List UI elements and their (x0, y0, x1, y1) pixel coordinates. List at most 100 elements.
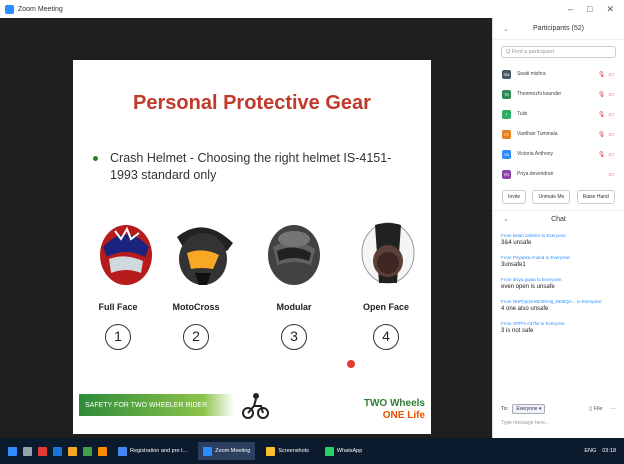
task-label: Screenshots (278, 448, 309, 454)
motocross-helmet-icon (177, 227, 233, 285)
message-sender: From OPPO A37fw to Everyone: (501, 321, 566, 326)
chat-messages: From ketan zalicker to Everyone: 3&4 uns… (493, 227, 624, 402)
helmet-label-full-face: Full Face (98, 302, 138, 312)
invite-button[interactable]: Invite (502, 190, 527, 204)
participant-name: Vardhan Tummala (517, 131, 558, 137)
participant-list: SM Swati mishra 🎙 ▭ TK Thenmozhi kounder … (493, 64, 624, 184)
task-view-icon[interactable] (23, 446, 32, 456)
taskbar-item-whatsapp[interactable]: WhatsApp (320, 442, 367, 460)
whatsapp-task-icon (324, 446, 334, 456)
footer-band-text: SAFETY FOR TWO WHEELER RIDER (85, 401, 208, 409)
taskbar-item-registration[interactable]: Registration and pre t... (113, 442, 192, 460)
edge-icon[interactable] (53, 446, 62, 456)
slide-footer-band: SAFETY FOR TWO WHEELER RIDER (79, 394, 234, 416)
open-face-helmet-icon (361, 222, 415, 284)
participants-header: ⌄ Participants (52) (493, 18, 624, 40)
participant-name: Victoria Anthony (517, 151, 554, 157)
task-label: Zoom Meeting (215, 448, 251, 454)
unmute-me-button[interactable]: Unmute Me (532, 190, 571, 204)
more-options-button[interactable]: ··· (611, 406, 617, 412)
message-text: 3unsafe1 (501, 262, 526, 268)
avatar: VT (502, 129, 511, 139)
clock[interactable]: 03:18 (602, 448, 616, 454)
close-button[interactable]: ✕ (606, 4, 614, 15)
helmet-number-2: 2 (183, 324, 209, 350)
minimize-button[interactable]: – (568, 4, 573, 15)
zoom-app-icon (5, 4, 14, 14)
helmet-label-modular: Modular (276, 302, 312, 312)
avatar: TK (502, 89, 511, 99)
participant-row[interactable]: VA Victoria Anthony 🎙 ▭ (493, 144, 624, 164)
mic-muted-icon[interactable]: 🎙 (598, 91, 606, 98)
motorbike-rider-icon (242, 393, 269, 419)
file-icon: ▯ (589, 406, 593, 412)
mic-muted-icon[interactable]: 🎙 (598, 151, 606, 158)
chat-message: From Priyanka Anand to Everyone: 3unsafe… (501, 255, 616, 268)
recipient-select[interactable]: Everyone ▾ (512, 404, 546, 414)
to-label: To: (501, 406, 509, 412)
mic-muted-icon[interactable]: 🎙 (598, 71, 606, 78)
participant-row[interactable]: PD Priya devendran ▭ (493, 164, 624, 184)
one-life-text: ONE Life (382, 410, 425, 421)
chrome-task-icon (118, 446, 127, 456)
message-sender: From ketan zalicker to Everyone: (501, 233, 567, 238)
participant-name: Swati mishra (517, 71, 546, 77)
collapse-chevron-icon[interactable]: ⌄ (503, 215, 509, 223)
bullet-text: Crash Helmet - Choosing the right helmet… (110, 151, 392, 182)
bullet-dot-icon (93, 156, 98, 161)
video-off-icon[interactable]: ▭ (608, 131, 614, 138)
zoom-task-icon (203, 446, 213, 456)
participant-row[interactable]: SM Swati mishra 🎙 ▭ (493, 64, 624, 84)
mic-muted-icon[interactable]: 🎙 (598, 111, 606, 118)
helmet-number-3: 3 (281, 324, 307, 350)
modular-helmet-icon (268, 225, 320, 285)
app-icon[interactable] (98, 446, 107, 456)
avatar: SM (502, 69, 511, 79)
raise-hand-button[interactable]: Raise Hand (576, 190, 615, 204)
message-sender: From Priyanka Anand to Everyone: (501, 255, 571, 260)
system-tray: ENG 03:18 (584, 448, 616, 454)
chat-message: From OPPO A37fw to Everyone: 3 is not sa… (501, 321, 616, 334)
store-icon[interactable] (83, 446, 92, 456)
participant-search-input[interactable]: Q Find a participant (501, 46, 616, 58)
video-off-icon[interactable]: ▭ (608, 71, 614, 78)
slide-title: Personal Protective Gear (133, 92, 371, 114)
chat-message: From NHP(sp)4mBr2IKHg_BEI5QA... to Every… (501, 299, 616, 312)
helmet-label-open-face: Open Face (362, 302, 409, 312)
video-off-icon[interactable]: ▭ (608, 151, 614, 158)
two-wheels-one-life: TWO Wheels ONE Life (355, 398, 425, 422)
full-face-helmet-icon (100, 225, 152, 285)
chat-message-input[interactable]: Type message here... (493, 416, 624, 430)
folder-task-icon (266, 446, 276, 456)
chat-header: ⌄ Chat (493, 211, 624, 227)
avatar: T (502, 109, 511, 119)
windows-taskbar: Registration and pre t... Zoom Meeting S… (0, 438, 624, 464)
pointer-dot (347, 360, 355, 368)
explorer-icon[interactable] (68, 446, 77, 456)
participant-row[interactable]: VT Vardhan Tummala 🎙 ▭ (493, 124, 624, 144)
maximize-button[interactable]: □ (587, 4, 592, 15)
message-sender: From divya gupta to Everyone: (501, 277, 563, 282)
video-off-icon[interactable]: ▭ (608, 91, 614, 98)
helmet-number-1: 1 (105, 324, 131, 350)
file-button[interactable]: ▯ File (589, 406, 602, 412)
collapse-chevron-icon[interactable]: ⌄ (503, 25, 509, 33)
task-label: Registration and pre t... (130, 448, 188, 454)
participant-actions: Invite Unmute Me Raise Hand (493, 184, 624, 211)
participant-row[interactable]: T Tulsi 🎙 ▭ (493, 104, 624, 124)
chrome-icon[interactable] (38, 446, 47, 456)
start-icon[interactable] (8, 446, 17, 456)
participant-name: Thenmozhi kounder (517, 91, 562, 97)
taskbar-item-zoom[interactable]: Zoom Meeting (198, 442, 256, 460)
video-off-icon[interactable]: ▭ (608, 111, 614, 118)
helmet-label-motocross: MotoCross (172, 302, 220, 312)
video-off-icon[interactable]: ▭ (608, 171, 614, 178)
message-text: 3 is not safe (501, 328, 534, 334)
two-wheels-text: TWO Wheels (363, 398, 425, 409)
language-indicator[interactable]: ENG (584, 448, 596, 454)
participant-row[interactable]: TK Thenmozhi kounder 🎙 ▭ (493, 84, 624, 104)
taskbar-item-screenshots[interactable]: Screenshots (261, 442, 314, 460)
file-label: File (593, 406, 603, 412)
mic-muted-icon[interactable]: 🎙 (598, 131, 606, 138)
message-sender: From NHP(sp)4mBr2IKHg_BEI5QA... to Every… (501, 299, 603, 304)
